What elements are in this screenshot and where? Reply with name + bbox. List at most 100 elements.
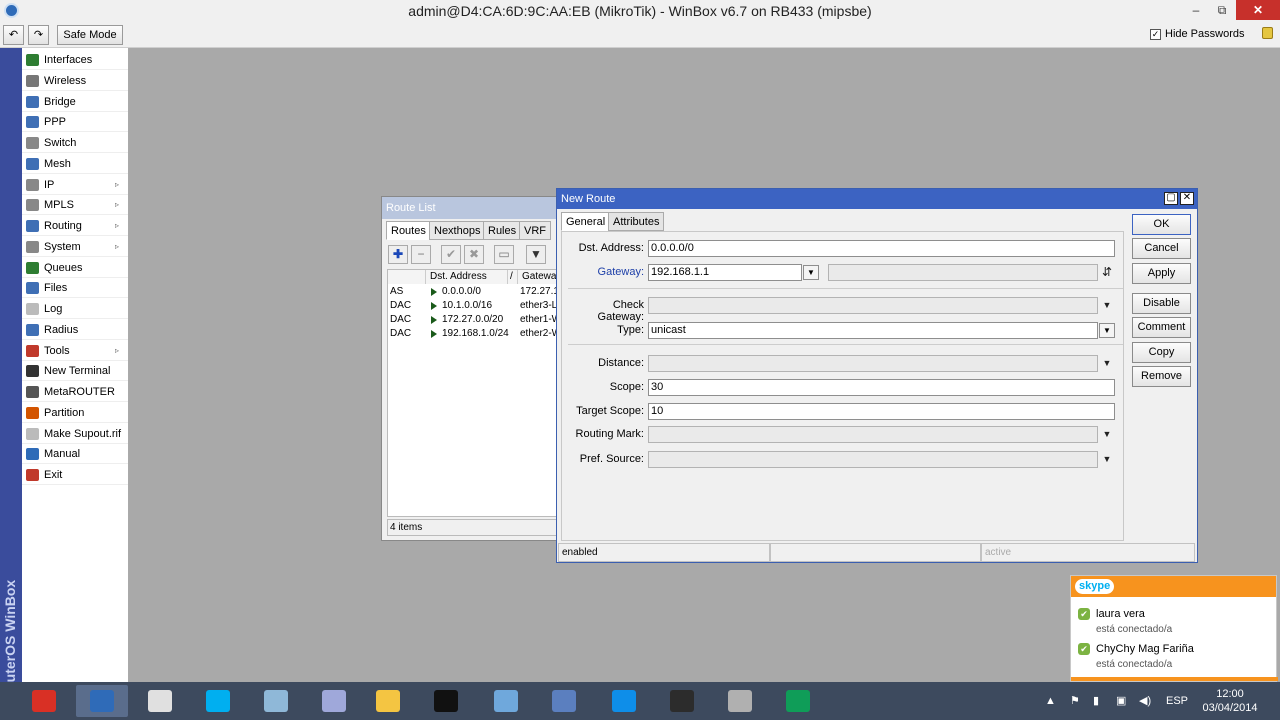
hide-passwords-check[interactable]: ✓ (1150, 28, 1161, 40)
maximize-button[interactable]: ⧉ (1209, 0, 1235, 20)
taskbar-app-network[interactable] (480, 685, 532, 717)
close-dialog-icon[interactable]: ✕ (1180, 192, 1194, 205)
sidebar-item-files[interactable]: Files (22, 278, 128, 299)
sidebar-item-routing[interactable]: Routing ▹ (22, 216, 128, 236)
tray-flag-icon[interactable]: ⚑ (1070, 682, 1080, 720)
tray-security-icon[interactable]: ▣ (1116, 682, 1126, 720)
route-list-window[interactable]: Route List Routes Nexthops Rules VRF ✚ −… (381, 196, 560, 541)
sidebar-item-make-supout-rif[interactable]: Make Supout.rif (22, 424, 128, 444)
column-gateway[interactable]: Gateway (518, 270, 560, 284)
cancel-button[interactable]: Cancel (1132, 238, 1191, 259)
gateway-dropdown-icon[interactable]: ▼ (803, 265, 819, 280)
skype-notification[interactable]: skype ✔ laura vera está conectado/a ✔ Ch… (1070, 575, 1278, 682)
tray-network-icon[interactable]: ▮ (1093, 682, 1099, 720)
gateway-add-remove-icon[interactable]: ⇵ (1102, 265, 1112, 279)
minimize-button[interactable]: – (1183, 0, 1209, 20)
taskbar-app-hangouts[interactable] (772, 685, 824, 717)
distance-input[interactable] (648, 355, 1098, 372)
routing-mark-select[interactable] (648, 426, 1098, 443)
sidebar-item-ppp[interactable]: PPP (22, 112, 128, 133)
tab-rules[interactable]: Rules (483, 221, 522, 240)
ok-button[interactable]: OK (1132, 214, 1191, 235)
scope-input[interactable]: 30 (648, 379, 1115, 396)
taskbar-app-tool[interactable] (714, 685, 766, 717)
volume-icon[interactable]: ◀) (1139, 682, 1151, 720)
sidebar-item-partition[interactable]: Partition (22, 403, 128, 423)
restore-window-icon[interactable]: ▢ (1164, 192, 1178, 205)
apply-button[interactable]: Apply (1132, 263, 1191, 284)
sidebar-item-bridge[interactable]: Bridge (22, 92, 128, 112)
column-flags[interactable] (388, 270, 426, 284)
target-scope-input[interactable]: 10 (648, 403, 1115, 420)
table-row[interactable]: DAC 192.168.1.0/24 ether2-W (388, 327, 560, 341)
sidebar-item-tools[interactable]: Tools ▹ (22, 341, 128, 361)
remove-button[interactable]: Remove (1132, 366, 1191, 387)
sidebar-item-mpls[interactable]: MPLS ▹ (22, 195, 128, 216)
contact-name[interactable]: ChyChy Mag Fariña (1096, 643, 1194, 655)
routing-mark-dropdown-icon[interactable]: ▼ (1102, 429, 1112, 439)
comment-route-icon[interactable]: ▭ (494, 245, 514, 264)
sidebar-item-label: System (44, 240, 81, 253)
clock[interactable]: 12:00 03/04/2014 (1185, 687, 1275, 715)
column-dst-address[interactable]: Dst. Address (426, 270, 508, 284)
disable-route-icon[interactable]: ✖ (464, 245, 484, 264)
taskbar-app-explorer[interactable] (362, 685, 414, 717)
new-route-window[interactable]: New Route ▢ ✕ General Attributes Dst. Ad… (556, 188, 1198, 563)
taskbar-app-chrome[interactable] (18, 685, 70, 717)
redo-button[interactable]: ↷ (28, 25, 49, 45)
chrome-icon (32, 690, 56, 712)
sidebar-item-exit[interactable]: Exit (22, 465, 128, 485)
tab-attributes[interactable]: Attributes (608, 212, 665, 231)
sidebar-item-log[interactable]: Log (22, 299, 128, 319)
taskbar-app-winbox[interactable] (76, 685, 128, 717)
enable-route-icon[interactable]: ✔ (441, 245, 461, 264)
gateway-input[interactable]: 192.168.1.1 (648, 264, 802, 281)
taskbar-app-virtualbox[interactable] (308, 685, 360, 717)
sidebar-item-metarouter[interactable]: MetaROUTER (22, 382, 128, 402)
remove-route-icon[interactable]: − (411, 245, 431, 264)
safe-mode-button[interactable]: Safe Mode (57, 25, 123, 45)
undo-button[interactable]: ↶ (3, 25, 24, 45)
taskbar-app-edit[interactable] (250, 685, 302, 717)
distance-dropdown-icon[interactable]: ▼ (1102, 358, 1112, 368)
tab-general[interactable]: General (561, 212, 611, 231)
table-row[interactable]: DAC 10.1.0.0/16 ether3-L (388, 299, 560, 313)
add-route-icon[interactable]: ✚ (388, 245, 408, 264)
tab-vrf[interactable]: VRF (519, 221, 551, 240)
pref-source-select[interactable] (648, 451, 1098, 468)
show-hidden-icons[interactable]: ▲ (1045, 682, 1056, 720)
pref-source-dropdown-icon[interactable]: ▼ (1102, 454, 1112, 464)
table-row[interactable]: AS 0.0.0.0/0 172.27.1 (388, 285, 560, 299)
sidebar-item-switch[interactable]: Switch (22, 133, 128, 153)
close-window-button[interactable]: ✕ (1236, 0, 1280, 20)
tab-nexthops[interactable]: Nexthops (429, 221, 486, 240)
check-gateway-dropdown-icon[interactable]: ▼ (1102, 300, 1112, 310)
sidebar-item-system[interactable]: System ▹ (22, 237, 128, 257)
copy-button[interactable]: Copy (1132, 342, 1191, 363)
taskbar-app-start-screen[interactable] (134, 685, 186, 717)
table-row[interactable]: DAC 172.27.0.0/20 ether1-W (388, 313, 560, 327)
sidebar-item-mesh[interactable]: Mesh (22, 154, 128, 174)
sidebar-item-wireless[interactable]: Wireless (22, 71, 128, 91)
contact-name[interactable]: laura vera (1096, 608, 1145, 620)
sidebar-item-interfaces[interactable]: Interfaces (22, 50, 128, 70)
tab-routes[interactable]: Routes (386, 221, 431, 240)
sidebar-item-manual[interactable]: Manual (22, 444, 128, 465)
sidebar-item-ip[interactable]: IP ▹ (22, 175, 128, 195)
taskbar-app-cmd[interactable] (420, 685, 472, 717)
sidebar-item-new-terminal[interactable]: New Terminal (22, 361, 128, 382)
taskbar-app-mikrotik[interactable] (656, 685, 708, 717)
taskbar-app-skype[interactable] (192, 685, 244, 717)
disable-button[interactable]: Disable (1132, 293, 1191, 314)
sidebar-item-radius[interactable]: Radius (22, 320, 128, 340)
type-dropdown-icon[interactable]: ▼ (1099, 323, 1115, 338)
check-gateway-select[interactable] (648, 297, 1098, 314)
filter-icon[interactable]: ▼ (526, 245, 546, 264)
sidebar-item-queues[interactable]: Queues (22, 258, 128, 278)
hide-passwords-checkbox[interactable]: ✓ Hide Passwords (1150, 28, 1244, 40)
taskbar-app-teamviewer[interactable] (598, 685, 650, 717)
type-select[interactable]: unicast (648, 322, 1098, 339)
dst-address-input[interactable]: 0.0.0.0/0 (648, 240, 1115, 257)
comment-button[interactable]: Comment (1132, 317, 1191, 338)
taskbar-app-remote[interactable] (538, 685, 590, 717)
